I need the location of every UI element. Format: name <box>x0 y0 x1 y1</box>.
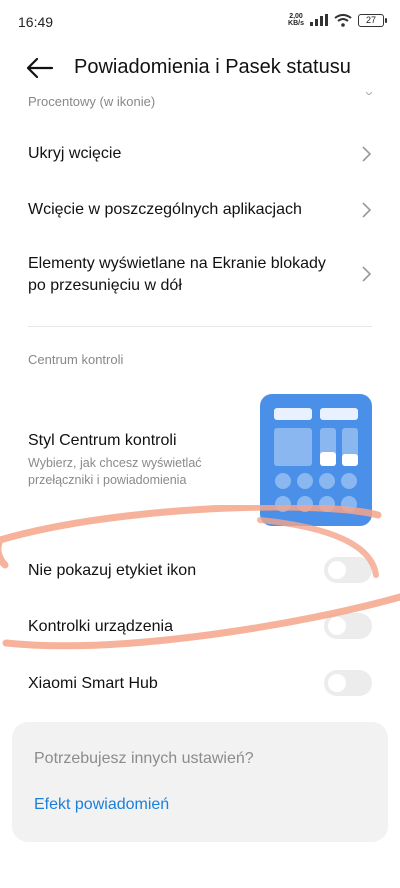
device-controls-toggle[interactable] <box>324 613 372 639</box>
battery-icon: 27 <box>358 13 387 27</box>
control-center-style-description: Wybierz, jak chcesz wyświetlać przełączn… <box>28 456 202 487</box>
suggestion-card-title: Potrzebujesz innych ustawień? <box>34 750 254 767</box>
wifi-icon <box>334 13 352 27</box>
battery-style-value: Procentowy (w ikonie) <box>28 94 156 109</box>
lockscreen-items-item[interactable]: Elementy wyświetlane na Ekranie blokady … <box>28 253 372 299</box>
signal-icon <box>310 14 328 26</box>
page-title: Powiadomienia i Pasek statusu <box>74 56 351 78</box>
status-time: 16:49 <box>18 14 54 30</box>
status-bar: 16:49 2,00 KB/s 27 <box>0 0 400 44</box>
toggle-knob <box>328 561 346 579</box>
chevron-right-icon <box>362 146 372 162</box>
toggle-knob <box>328 674 346 692</box>
control-center-style-title: Styl Centrum kontroli <box>28 432 177 449</box>
back-arrow-icon[interactable] <box>24 52 56 84</box>
hide-icon-labels-item: Nie pokazuj etykiet ikon <box>28 560 372 584</box>
section-title-control-center: Centrum kontroli <box>28 352 124 367</box>
device-controls-label: Kontrolki urządzenia <box>28 618 173 635</box>
chevron-right-icon <box>362 202 372 218</box>
smart-hub-label: Xiaomi Smart Hub <box>28 675 158 692</box>
lockscreen-items-label-line1: Elementy wyświetlane na Ekranie blokady <box>28 255 326 272</box>
app-notch-label: Wcięcie w poszczególnych aplikacjach <box>28 201 302 218</box>
app-notch-item[interactable]: Wcięcie w poszczególnych aplikacjach <box>28 199 372 223</box>
chevron-down-icon <box>366 92 372 95</box>
smart-hub-toggle[interactable] <box>324 670 372 696</box>
hide-icon-labels-label: Nie pokazuj etykiet ikon <box>28 562 197 579</box>
hide-notch-item[interactable]: Ukryj wcięcie <box>28 143 372 167</box>
hide-notch-label: Ukryj wcięcie <box>28 145 122 162</box>
network-speed: 2,00 KB/s <box>288 13 304 27</box>
hide-icon-labels-toggle[interactable] <box>324 557 372 583</box>
toggle-knob <box>328 617 346 635</box>
suggestion-card: Potrzebujesz innych ustawień? Efekt powi… <box>12 722 388 842</box>
annotation-scribble <box>0 505 400 650</box>
smart-hub-item: Xiaomi Smart Hub <box>28 673 372 697</box>
device-controls-item: Kontrolki urządzenia <box>28 616 372 640</box>
control-center-preview-icon <box>260 394 372 526</box>
network-speed-value: 2,00 <box>289 13 303 20</box>
lockscreen-items-label-line2: po przesunięciu w dół <box>28 277 182 294</box>
notification-effect-link[interactable]: Efekt powiadomień <box>34 796 169 814</box>
page-header: Powiadomienia i Pasek statusu <box>0 44 400 95</box>
network-speed-unit: KB/s <box>288 20 304 27</box>
chevron-right-icon <box>362 266 372 282</box>
section-divider <box>28 326 372 327</box>
status-icons: 2,00 KB/s 27 <box>288 13 387 27</box>
